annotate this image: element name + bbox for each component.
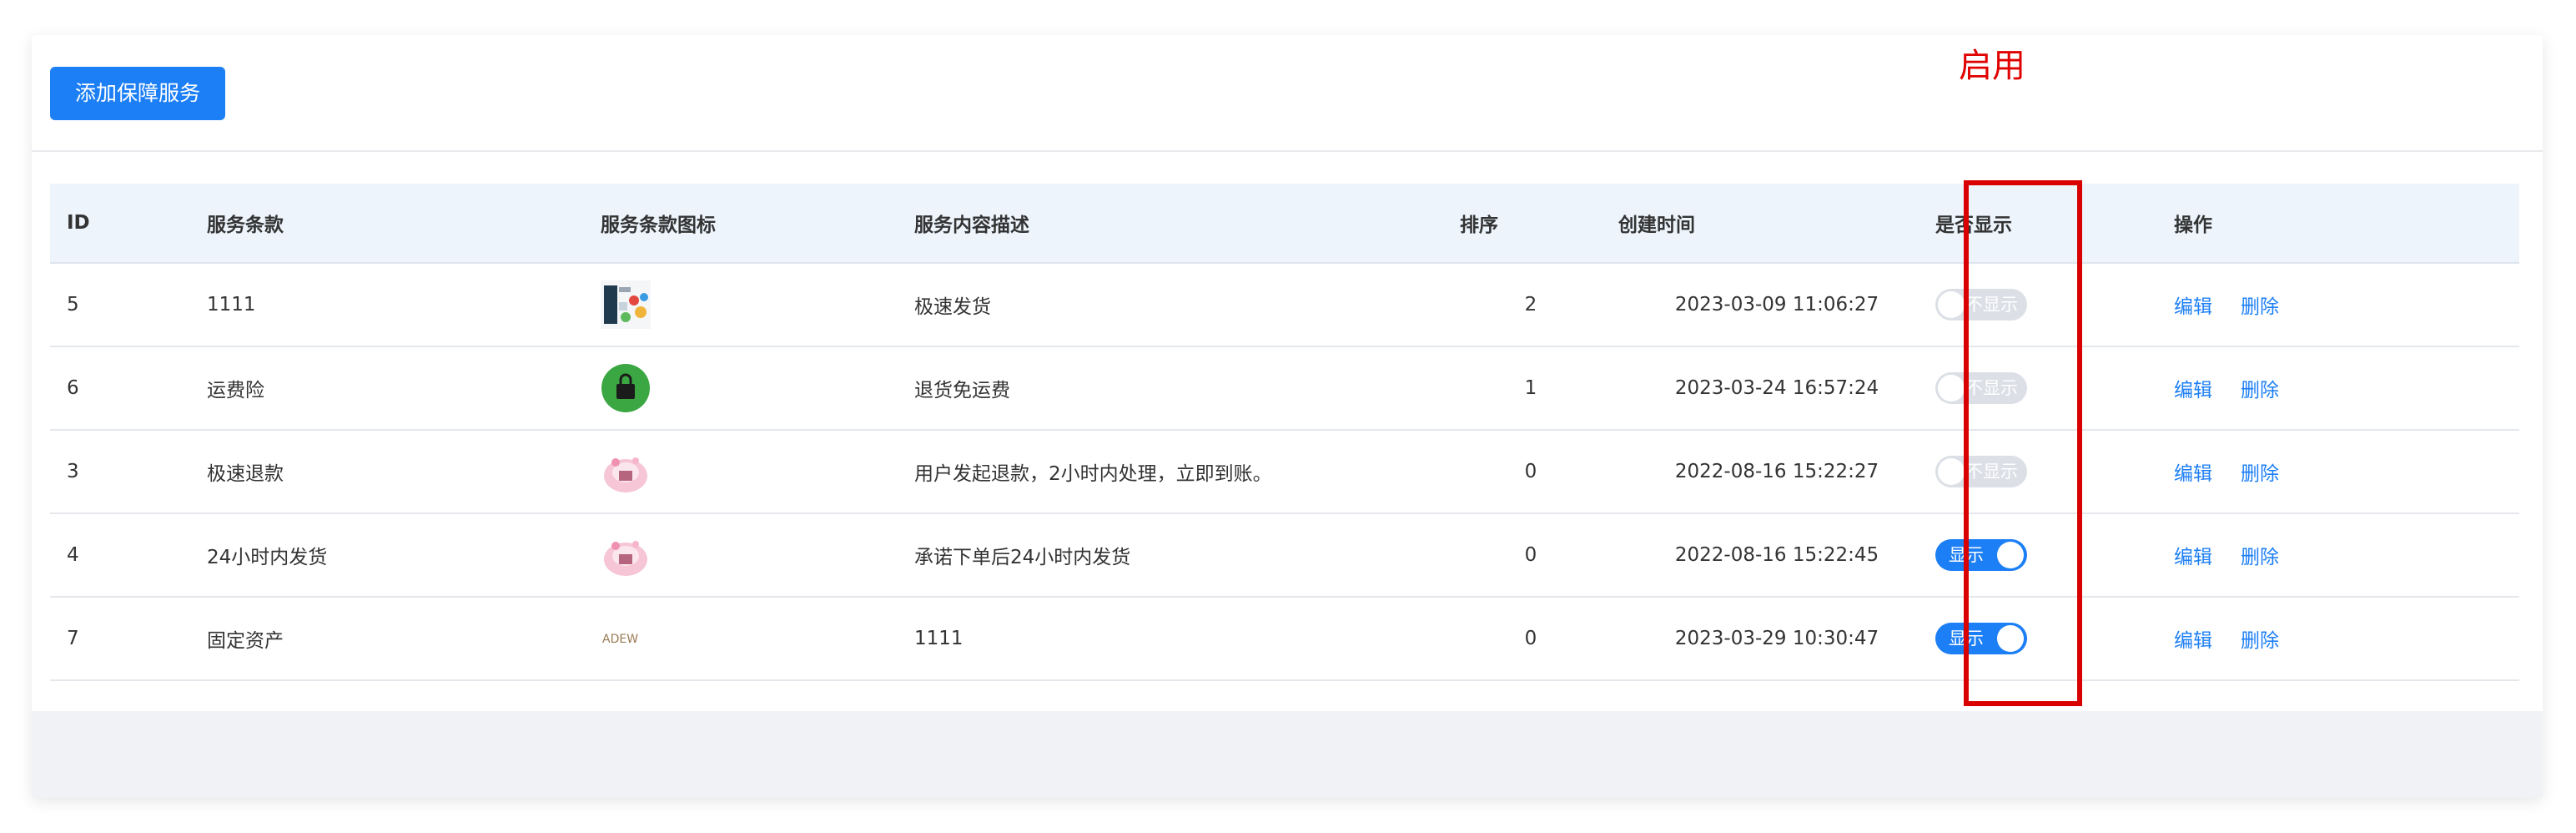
cell-name: 固定资产: [190, 597, 584, 681]
cell-id: 6: [50, 346, 190, 431]
cell-show: 不显示: [1935, 346, 2157, 431]
toggle-knob: [1997, 542, 2024, 568]
header-sort: 排序: [1443, 184, 1602, 264]
cell-created: 2022-08-16 15:22:27: [1602, 430, 1935, 514]
toggle-knob: [1938, 291, 1965, 318]
service-table: ID 服务条款 服务条款图标 服务内容描述 排序 创建时间 是否显示 操作 51…: [50, 184, 2519, 681]
header-name: 服务条款: [190, 184, 584, 264]
pink-gift-icon: [601, 531, 651, 579]
show-toggle[interactable]: 不显示: [1935, 289, 2027, 321]
cell-id: 5: [50, 263, 190, 347]
cell-actions: 编辑 删除: [2157, 430, 2519, 514]
edit-link[interactable]: 编辑: [2174, 463, 2212, 485]
header-id: ID: [50, 184, 190, 264]
cell-created: 2022-08-16 15:22:45: [1602, 513, 1935, 598]
delete-link[interactable]: 删除: [2241, 296, 2279, 318]
cell-desc: 承诺下单后24小时内发货: [898, 513, 1443, 598]
cell-desc: 1111: [898, 597, 1443, 681]
shopping-bag-icon: [601, 364, 651, 412]
cell-icon: [584, 346, 898, 431]
table-row: 3 极速退款 用户发起退款，2小时内处理，立即到账。 0 2022-08-16 15:2…: [50, 430, 2519, 514]
cell-actions: 编辑 删除: [2157, 263, 2519, 347]
cell-id: 7: [50, 597, 190, 681]
cell-created: 2023-03-29 10:30:47: [1602, 597, 1935, 681]
cell-name: 1111: [190, 263, 584, 347]
delete-link[interactable]: 删除: [2241, 547, 2279, 568]
cell-sort: 0: [1443, 430, 1602, 514]
service-card: 添加保障服务 ID 服务条款 服务条款图标 服务内容描述 排序 创建时间 是否显…: [32, 35, 2543, 798]
edit-link[interactable]: 编辑: [2174, 380, 2212, 401]
show-toggle[interactable]: 显示: [1935, 539, 2027, 571]
show-toggle[interactable]: 显示: [1935, 623, 2027, 654]
cell-name: 24小时内发货: [190, 513, 584, 598]
header-desc: 服务内容描述: [898, 184, 1443, 264]
svg-text:ADEW: ADEW: [602, 633, 638, 646]
toggle-knob: [1938, 375, 1965, 401]
brand-logo-icon: ADEW: [601, 614, 651, 663]
cell-sort: 0: [1443, 597, 1602, 681]
table-header-row: ID 服务条款 服务条款图标 服务内容描述 排序 创建时间 是否显示 操作: [50, 184, 2519, 264]
cell-name: 极速退款: [190, 430, 584, 514]
header-show: 是否显示: [1935, 184, 2157, 264]
cell-desc: 用户发起退款，2小时内处理，立即到账。: [898, 430, 1443, 514]
cell-sort: 1: [1443, 346, 1602, 431]
cell-actions: 编辑 删除: [2157, 597, 2519, 681]
toggle-knob: [1997, 625, 2024, 652]
show-toggle[interactable]: 不显示: [1935, 372, 2027, 404]
cell-icon: ADEW: [584, 597, 898, 681]
edit-link[interactable]: 编辑: [2174, 547, 2212, 568]
cell-actions: 编辑 删除: [2157, 346, 2519, 431]
cell-icon: [584, 513, 898, 598]
table-row: 7 固定资产 ADEW 1111 0 2023-03-29 10:30:47 显示 编辑 删除: [50, 597, 2519, 681]
toolbar: 添加保障服务: [32, 35, 2543, 152]
annotation-label: 启用: [1959, 47, 2025, 85]
add-service-button[interactable]: 添加保障服务: [50, 67, 225, 120]
table-row: 5 1111 极速发货 2 2023-03-09 11:06:27 不显示 编辑 删除: [50, 263, 2519, 347]
delete-link[interactable]: 删除: [2241, 630, 2279, 652]
header-icon: 服务条款图标: [584, 184, 898, 264]
pink-gift-icon: [601, 447, 651, 496]
edit-link[interactable]: 编辑: [2174, 630, 2212, 652]
delete-link[interactable]: 删除: [2241, 380, 2279, 401]
cell-show: 显示: [1935, 513, 2157, 598]
cell-icon: [584, 430, 898, 514]
cell-desc: 极速发货: [898, 263, 1443, 347]
header-actions: 操作: [2157, 184, 2519, 264]
edit-link[interactable]: 编辑: [2174, 296, 2212, 318]
toggle-label: 不显示: [1965, 378, 2018, 398]
header-created: 创建时间: [1602, 184, 1935, 264]
cell-sort: 2: [1443, 263, 1602, 347]
table-row: 4 24小时内发货 承诺下单后24小时内发货 0 2022-08-16 15:22:45…: [50, 513, 2519, 598]
delete-link[interactable]: 删除: [2241, 463, 2279, 485]
toggle-knob: [1938, 458, 1965, 485]
toggle-label: 不显示: [1965, 462, 2018, 482]
cell-id: 3: [50, 430, 190, 514]
cell-show: 不显示: [1935, 263, 2157, 347]
cell-actions: 编辑 删除: [2157, 513, 2519, 598]
table-row: 6 运费险 退货免运费 1 2023-03-24 16:57:24 不显示 编辑 删除: [50, 346, 2519, 431]
cell-icon: [584, 263, 898, 347]
toggle-label: 不显示: [1965, 295, 2018, 315]
cell-id: 4: [50, 513, 190, 598]
toggle-label: 显示: [1949, 545, 1984, 565]
cell-name: 运费险: [190, 346, 584, 431]
show-toggle[interactable]: 不显示: [1935, 456, 2027, 487]
cell-created: 2023-03-24 16:57:24: [1602, 346, 1935, 431]
cell-show: 显示: [1935, 597, 2157, 681]
product-collage-icon: [601, 280, 651, 329]
cell-show: 不显示: [1935, 430, 2157, 514]
cell-created: 2023-03-09 11:06:27: [1602, 263, 1935, 347]
card-content: 添加保障服务 ID 服务条款 服务条款图标 服务内容描述 排序 创建时间 是否显…: [32, 35, 2543, 711]
cell-sort: 0: [1443, 513, 1602, 598]
toggle-label: 显示: [1949, 629, 1984, 649]
cell-desc: 退货免运费: [898, 346, 1443, 431]
